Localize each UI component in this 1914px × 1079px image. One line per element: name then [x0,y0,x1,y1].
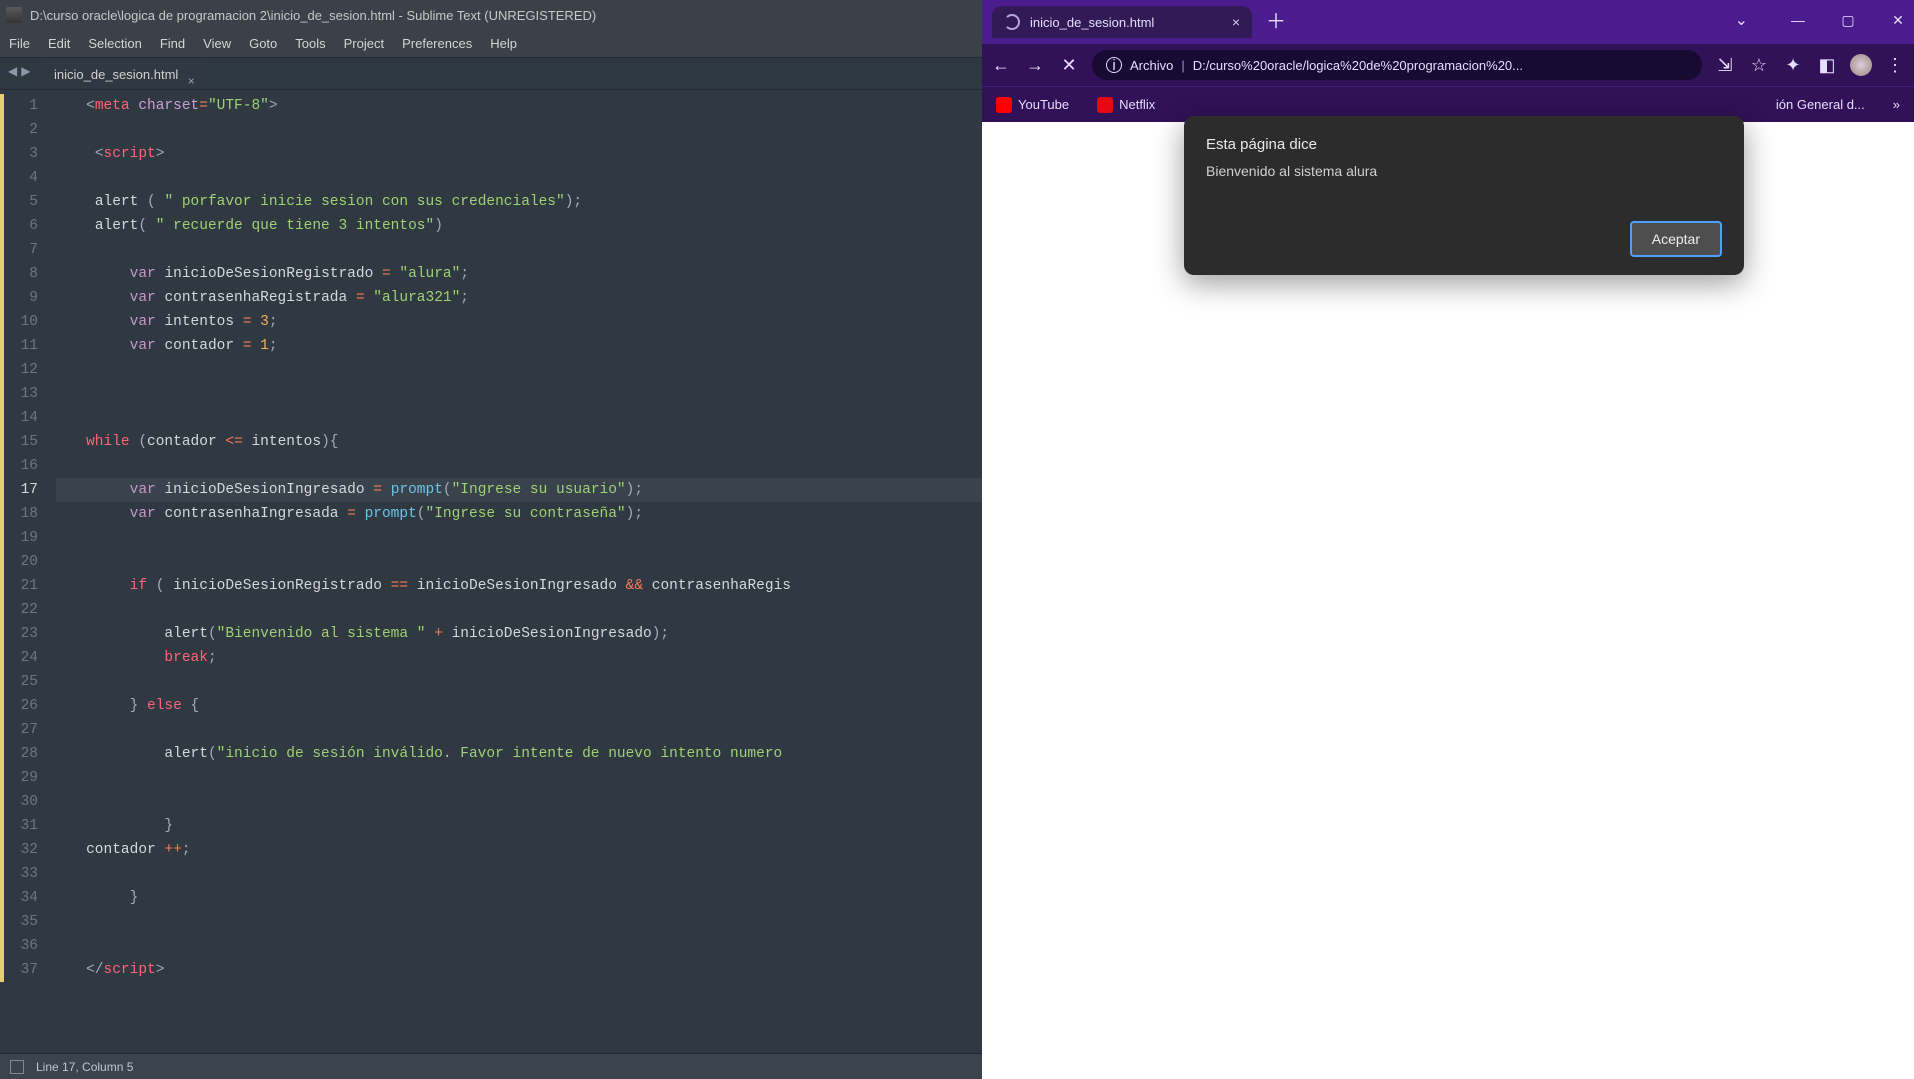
browser-tabstrip: inicio_de_sesion.html × ＋ ⌄ — ▢ ✕ [982,0,1914,44]
sublime-statusbar: Line 17, Column 5 [0,1053,982,1079]
sublime-menubar: FileEditSelectionFindViewGotoToolsProjec… [0,30,982,58]
sublime-window: D:\curso oracle\logica de programacion 2… [0,0,982,1079]
back-button[interactable]: ← [990,55,1012,76]
menu-file[interactable]: File [0,30,39,58]
sublime-logo-icon [6,7,22,23]
sublime-editor[interactable]: 1234567891011121314151617181920212223242… [0,90,982,1053]
menu-project[interactable]: Project [335,30,393,58]
menu-help[interactable]: Help [481,30,526,58]
loading-spinner-icon [1004,14,1020,30]
chevron-down-icon[interactable]: ⌄ [1735,10,1748,30]
youtube-icon [996,97,1012,113]
menu-icon[interactable]: ⋮ [1884,55,1906,76]
menu-preferences[interactable]: Preferences [393,30,481,58]
sidepanel-icon[interactable]: ◧ [1816,55,1838,76]
browser-tab[interactable]: inicio_de_sesion.html × [992,6,1252,38]
sublime-titlebar[interactable]: D:\curso oracle\logica de programacion 2… [0,0,982,30]
address-path: D:/curso%20oracle/logica%20de%20programa… [1193,58,1523,73]
browser-addressbar: ← → ✕ i Archivo | D:/curso%20oracle/logi… [982,44,1914,86]
minimize-button[interactable]: — [1788,12,1808,28]
netflix-icon [1097,97,1113,113]
code-area[interactable]: <meta charset="UTF-8"> <script> alert ( … [56,90,982,1053]
bookmark-label: ión General d... [1776,97,1865,112]
browser-window: inicio_de_sesion.html × ＋ ⌄ — ▢ ✕ ← → ✕ … [982,0,1914,1079]
browser-viewport: Esta página dice Bienvenido al sistema a… [982,122,1914,1079]
close-icon[interactable]: × [184,67,198,81]
address-sep: | [1181,58,1184,73]
panel-switch-icon[interactable] [10,1060,24,1074]
bookmark-icon[interactable]: ☆ [1748,55,1770,76]
sublime-title-text: D:\curso oracle\logica de programacion 2… [30,8,596,23]
maximize-button[interactable]: ▢ [1838,12,1858,29]
close-icon[interactable]: × [1232,14,1240,30]
sublime-tabbar: ◀ ▶ inicio_de_sesion.html × [0,58,982,90]
bookmark-label: YouTube [1018,97,1069,112]
sublime-tab[interactable]: inicio_de_sesion.html × [40,61,206,89]
menu-tools[interactable]: Tools [286,30,334,58]
menu-view[interactable]: View [194,30,240,58]
menu-selection[interactable]: Selection [79,30,150,58]
avatar[interactable] [1850,54,1872,76]
menu-goto[interactable]: Goto [240,30,286,58]
cursor-position: Line 17, Column 5 [36,1060,133,1074]
share-icon[interactable]: ⇲ [1714,55,1736,76]
alert-body: Bienvenido al sistema alura [1206,163,1722,179]
close-button[interactable]: ✕ [1888,12,1908,29]
window-controls: ⌄ — ▢ ✕ [1735,0,1908,40]
js-alert-dialog: Esta página dice Bienvenido al sistema a… [1184,116,1744,275]
bookmark-label: Netflix [1119,97,1155,112]
bookmark-youtube[interactable]: YouTube [996,97,1069,113]
extensions-icon[interactable]: ✦ [1782,55,1804,76]
nav-fwd-icon[interactable]: ▶ [21,64,30,78]
sublime-nav-arrows: ◀ ▶ [8,64,30,78]
menu-find[interactable]: Find [151,30,194,58]
sublime-tab-label: inicio_de_sesion.html [54,67,178,82]
bookmark-truncated[interactable]: ión General d... [1776,97,1865,112]
stop-button[interactable]: ✕ [1058,55,1080,76]
bookmark-netflix[interactable]: Netflix [1097,97,1155,113]
new-tab-button[interactable]: ＋ [1262,8,1290,36]
alert-title: Esta página dice [1206,136,1722,153]
forward-button[interactable]: → [1024,55,1046,76]
menu-edit[interactable]: Edit [39,30,79,58]
alert-accept-button[interactable]: Aceptar [1630,221,1722,257]
nav-back-icon[interactable]: ◀ [8,64,17,78]
gutter: 1234567891011121314151617181920212223242… [0,90,56,1053]
info-icon[interactable]: i [1106,57,1122,73]
bookmarks-overflow[interactable]: » [1893,97,1900,112]
omnibox[interactable]: i Archivo | D:/curso%20oracle/logica%20d… [1092,50,1702,80]
browser-tab-label: inicio_de_sesion.html [1030,15,1154,30]
address-scheme: Archivo [1130,58,1173,73]
